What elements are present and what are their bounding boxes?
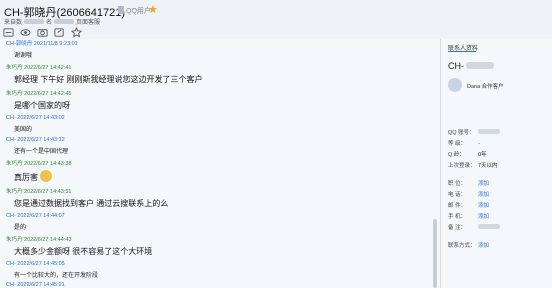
add-phone-link[interactable]: 添加 bbox=[478, 192, 489, 198]
message: CH-郭晓丹 2021/11/8 9:23:01 谢谢哦 bbox=[6, 39, 78, 59]
info-row-phone: 电 话： 添加 bbox=[448, 192, 490, 198]
tab-underline bbox=[448, 51, 476, 52]
message: 朱巧丹 2022/6/27 14:43:38 真厉害 bbox=[6, 159, 71, 183]
message-header: CH- 2022/6/27 14:45:21 bbox=[6, 282, 65, 288]
screenshot-icon[interactable] bbox=[36, 26, 48, 38]
chat-history[interactable]: CH-郭晓丹 2021/11/8 9:23:01 谢谢哦 朱巧丹 2022/6/… bbox=[0, 39, 440, 288]
info-row-last-login: 上次登录： 7天以内 bbox=[448, 163, 498, 169]
info-row-email: 邮 件： 添加 bbox=[448, 203, 490, 209]
user-type-tag: QQ用户 bbox=[118, 6, 151, 16]
info-row-mobile: 手 机： 添加 bbox=[448, 214, 490, 220]
blurred-text bbox=[466, 62, 494, 69]
star-outline-icon[interactable] bbox=[70, 26, 82, 38]
favorite-star-icon[interactable]: ★ bbox=[148, 3, 158, 16]
info-row-remark: 备 注： bbox=[448, 223, 500, 231]
message-header: CH- 2022/6/27 14:43:12 bbox=[6, 137, 65, 143]
avatar bbox=[448, 78, 462, 92]
message: CH- 2022/6/27 14:43:12 还有一个是中国代理 bbox=[6, 137, 68, 155]
message: CH- 2022/6/27 14:45:05 有一个比较大的，还在开发阶段 bbox=[6, 261, 98, 279]
message: 朱巧丹 2022/6/27 14:44:43 大概多少金额呀 很不容易了这个大环… bbox=[6, 235, 152, 257]
message-header: CH-郭晓丹 2021/11/8 9:23:01 bbox=[6, 41, 78, 47]
message-text: 是哪个国家的呀 bbox=[14, 101, 70, 110]
menu-icon[interactable] bbox=[2, 26, 14, 38]
message-header: 朱巧丹 2022/6/27 14:43:38 bbox=[6, 161, 72, 167]
message-text: 郭经理 下午好 刚刚斯我经理说您这边开发了三个客户 bbox=[14, 75, 203, 84]
message-header: CH- 2022/6/27 14:43:02 bbox=[6, 115, 65, 121]
contact-panel: 联系人资料 CH- Dana 合作客户 QQ 账号： 等 级： - Q 龄： 0年 … bbox=[440, 39, 552, 288]
info-row-age: Q 龄： 0年 bbox=[448, 152, 487, 158]
user-tag-icon bbox=[118, 6, 124, 14]
add-contact-link[interactable]: 添加 bbox=[478, 243, 489, 249]
message-header: 朱巧丹 2022/6/27 14:42:41 bbox=[6, 65, 72, 71]
add-email-link[interactable]: 添加 bbox=[478, 203, 489, 209]
message: 朱巧丹 2022/6/27 14:42:41 郭经理 下午好 刚刚斯我经理说您这… bbox=[6, 63, 202, 85]
message: 朱巧丹 2022/6/27 14:43:51 您是通过数据找到客户 通过云搜联系… bbox=[6, 187, 168, 209]
blurred-text bbox=[478, 129, 500, 134]
message-text: 还有一个是中国代理 bbox=[14, 149, 69, 155]
message-text: 谢谢哦 bbox=[14, 53, 33, 59]
message: 朱巧丹 2022/6/27 14:42:45 是哪个国家的呀 bbox=[6, 89, 71, 111]
message-text: 真厉害 bbox=[14, 170, 71, 183]
message: CH- 2022/6/27 14:43:02 美国的 bbox=[6, 115, 65, 133]
message-text: 大概多少金额呀 很不容易了这个大环境 bbox=[14, 247, 153, 256]
contact-company: Dana 合作客户 bbox=[467, 84, 504, 90]
blurred-text bbox=[478, 224, 500, 229]
blurred-text bbox=[54, 19, 75, 24]
thumbs-up-icon bbox=[40, 170, 52, 182]
add-position-link[interactable]: 添加 bbox=[478, 181, 489, 187]
contact-name: CH- bbox=[448, 61, 494, 71]
message-text: 美国的 bbox=[14, 127, 33, 133]
message: CH- 2022/6/27 14:45:21 bbox=[6, 282, 65, 288]
info-row-contact: 联系方式： 添加 bbox=[448, 243, 490, 249]
message-text: 是的 bbox=[14, 225, 27, 231]
info-row-qq: QQ 账号： bbox=[448, 128, 500, 136]
message-header: CH- 2022/6/27 14:45:05 bbox=[6, 261, 65, 267]
message-header: 朱巧丹 2022/6/27 14:42:45 bbox=[6, 91, 72, 97]
message-header: 朱巧丹 2022/6/27 14:43:51 bbox=[6, 189, 72, 195]
message: CH- 2022/6/27 14:44:07 是的 bbox=[6, 213, 65, 231]
info-row-level: 等 级： - bbox=[448, 141, 480, 147]
message-header: 朱巧丹 2022/6/27 14:44:43 bbox=[6, 237, 72, 243]
message-text: 有一个比较大的，还在开发阶段 bbox=[14, 273, 99, 279]
chat-scrollbar-thumb[interactable] bbox=[433, 219, 437, 288]
info-row-position: 职 位： 添加 bbox=[448, 181, 490, 187]
blurred-text bbox=[24, 19, 45, 24]
message-text: 您是通过数据找到客户 通过云搜联系上的么 bbox=[14, 199, 169, 208]
toolbar bbox=[2, 25, 82, 39]
add-mobile-link[interactable]: 添加 bbox=[478, 214, 489, 220]
view-icon[interactable] bbox=[19, 26, 31, 38]
message-header: CH- 2022/6/27 14:44:07 bbox=[6, 213, 65, 219]
edit-icon[interactable] bbox=[53, 26, 65, 38]
